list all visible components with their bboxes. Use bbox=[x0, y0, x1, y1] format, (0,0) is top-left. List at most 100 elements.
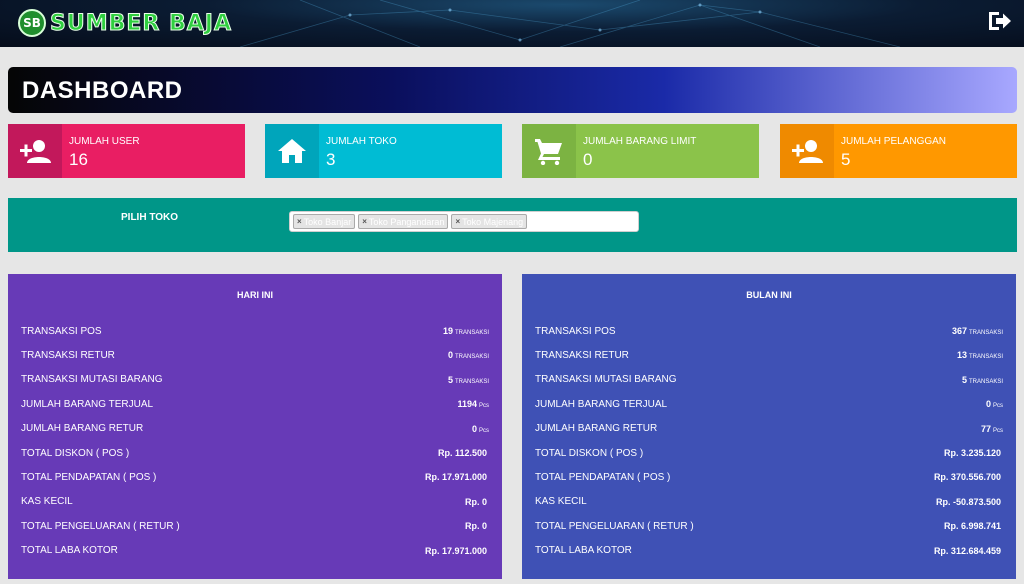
summary-label: TRANSAKSI POS bbox=[21, 325, 102, 337]
summary-label: TOTAL LABA KOTOR bbox=[535, 545, 632, 557]
summary-row: TOTAL PENGELUARAN ( RETUR ) Rp. 6.998.741 bbox=[535, 519, 1003, 533]
summary-number: 367 bbox=[951, 326, 967, 336]
summary-unit: TRANSAKSI bbox=[454, 354, 489, 361]
summary-row: TRANSAKSI RETUR 13 TRANSAKSI bbox=[535, 348, 1003, 362]
stat-value: 0 bbox=[583, 150, 593, 169]
summary-value: Rp. 3.235.120 bbox=[944, 448, 1003, 458]
summary-row: TOTAL PENDAPATAN ( POS ) Rp. 17.971.000 bbox=[21, 470, 489, 484]
summary-row: TOTAL LABA KOTOR Rp. 312.684.459 bbox=[535, 544, 1003, 558]
summary-label: KAS KECIL bbox=[535, 496, 587, 508]
store-tag: × Toko Banjar bbox=[293, 214, 356, 229]
summary-number: 13 bbox=[956, 350, 967, 361]
summary-label: TRANSAKSI RETUR bbox=[21, 349, 115, 361]
shopping-cart-icon bbox=[535, 139, 562, 165]
stat-icon-box bbox=[8, 124, 62, 178]
summary-label: TOTAL PENDAPATAN ( POS ) bbox=[21, 471, 157, 483]
user-plus-icon bbox=[792, 140, 823, 163]
summary-number: 1194 bbox=[457, 399, 477, 410]
summary-number: Rp. 370.556.700 bbox=[933, 472, 1001, 483]
summary-label: TRANSAKSI RETUR bbox=[535, 349, 629, 361]
summary-label: TOTAL DISKON ( POS ) bbox=[535, 447, 644, 459]
summary-number: Rp. 312.684.459 bbox=[933, 545, 1001, 556]
summary-value: Rp. -50.873.500 bbox=[936, 497, 1003, 507]
home-icon bbox=[278, 139, 306, 163]
stat-card-jumlah-pelanggan: JUMLAH PELANGGAN 5 bbox=[780, 124, 1017, 178]
summary-row: TOTAL DISKON ( POS ) Rp. 3.235.120 bbox=[535, 446, 1003, 460]
summary-label: TRANSAKSI POS bbox=[535, 325, 616, 337]
summary-row: JUMLAH BARANG TERJUAL 1194 Pcs bbox=[21, 397, 489, 411]
store-multiselect[interactable]: × Toko Banjar × Toko Pangandaran × Toko … bbox=[289, 211, 639, 232]
summary-label: JUMLAH BARANG RETUR bbox=[21, 423, 144, 435]
store-tag: × Toko Majenang bbox=[451, 214, 528, 229]
summary-value: 5 TRANSAKSI bbox=[448, 375, 489, 385]
summary-unit: TRANSAKSI bbox=[968, 354, 1003, 361]
stat-value: 16 bbox=[69, 150, 88, 169]
summary-unit: Pcs bbox=[992, 403, 1003, 410]
summary-value: 0 TRANSAKSI bbox=[448, 350, 489, 360]
summary-label: TOTAL LABA KOTOR bbox=[21, 545, 118, 557]
summary-unit: TRANSAKSI bbox=[968, 378, 1003, 385]
today-summary-panel: HARI INI TRANSAKSI POS 19 TRANSAKSI TRANSAK… bbox=[8, 274, 502, 579]
stat-icon-box bbox=[265, 124, 319, 178]
summary-value: Rp. 312.684.459 bbox=[934, 546, 1003, 556]
summary-row: TRANSAKSI MUTASI BARANG 5 TRANSAKSI bbox=[21, 373, 489, 387]
summary-number: Rp. 3.235.120 bbox=[943, 448, 1001, 458]
summary-unit: Pcs bbox=[478, 403, 489, 410]
summary-value: Rp. 17.971.000 bbox=[425, 472, 489, 482]
logout-icon[interactable] bbox=[986, 9, 1012, 33]
summary-number: Rp. 0 bbox=[464, 521, 487, 532]
summary-unit: TRANSAKSI bbox=[454, 330, 489, 336]
summary-number: 19 bbox=[442, 326, 453, 336]
summary-number: Rp. 17.971.000 bbox=[424, 545, 487, 556]
summary-unit: TRANSAKSI bbox=[968, 330, 1003, 336]
summary-number: 5 bbox=[447, 374, 453, 385]
summary-value: Rp. 17.971.000 bbox=[425, 546, 489, 556]
stat-icon-box bbox=[522, 124, 576, 178]
remove-tag-icon[interactable]: × bbox=[297, 217, 302, 226]
summary-number: Rp. 6.998.741 bbox=[943, 521, 1001, 532]
store-tag-label: Toko Pangandaran bbox=[368, 216, 445, 227]
remove-tag-icon[interactable]: × bbox=[362, 217, 367, 226]
summary-value: 367 TRANSAKSI bbox=[952, 326, 1003, 336]
stat-label: JUMLAH PELANGGAN bbox=[841, 136, 947, 147]
panel-title: BULAN INI bbox=[746, 290, 792, 300]
summary-value: Rp. 0 bbox=[465, 497, 489, 507]
summary-row: TRANSAKSI RETUR 0 TRANSAKSI bbox=[21, 348, 489, 362]
month-summary-panel: BULAN INI TRANSAKSI POS 367 TRANSAKSI TRANS… bbox=[522, 274, 1016, 579]
stat-value: 5 bbox=[841, 150, 851, 169]
summary-number: 77 bbox=[980, 423, 991, 434]
summary-row: TOTAL LABA KOTOR Rp. 17.971.000 bbox=[21, 544, 489, 558]
summary-number: 5 bbox=[961, 374, 967, 385]
stat-label: JUMLAH TOKO bbox=[326, 136, 397, 147]
summary-row: TRANSAKSI MUTASI BARANG 5 TRANSAKSI bbox=[535, 373, 1003, 387]
summary-number: 0 bbox=[471, 423, 477, 434]
summary-row: KAS KECIL Rp. 0 bbox=[21, 495, 489, 509]
summary-label: JUMLAH BARANG RETUR bbox=[535, 423, 658, 435]
store-tag: × Toko Pangandaran bbox=[358, 214, 449, 229]
summary-value: 13 TRANSAKSI bbox=[957, 350, 1003, 360]
brand-logo[interactable]: SB SUMBER BAJA bbox=[18, 8, 232, 38]
stat-label: JUMLAH BARANG LIMIT bbox=[583, 136, 697, 147]
brand-name: SUMBER BAJA bbox=[49, 10, 233, 36]
summary-value: Rp. 6.998.741 bbox=[944, 521, 1003, 531]
summary-value: 1194 Pcs bbox=[457, 399, 489, 409]
summary-row: JUMLAH BARANG RETUR 77 Pcs bbox=[535, 422, 1003, 436]
summary-label: KAS KECIL bbox=[21, 496, 73, 508]
summary-unit: Pcs bbox=[478, 427, 489, 434]
panel-title: HARI INI bbox=[237, 290, 273, 300]
summary-row: TOTAL DISKON ( POS ) Rp. 112.500 bbox=[21, 446, 489, 460]
stat-card-jumlah-user: JUMLAH USER 16 bbox=[8, 124, 245, 178]
store-filter-label: PILIH TOKO bbox=[121, 212, 179, 223]
stat-icon-box bbox=[780, 124, 834, 178]
summary-row: JUMLAH BARANG RETUR 0 Pcs bbox=[21, 422, 489, 436]
page-title-bar: DASHBOARD bbox=[8, 67, 1017, 113]
stat-card-jumlah-barang-limit: JUMLAH BARANG LIMIT 0 bbox=[522, 124, 759, 178]
summary-value: 0 Pcs bbox=[986, 399, 1003, 409]
summary-row: JUMLAH BARANG TERJUAL 0 Pcs bbox=[535, 397, 1003, 411]
summary-number: Rp. 17.971.000 bbox=[424, 472, 487, 483]
store-filter-panel: PILIH TOKO × Toko Banjar × Toko Panganda… bbox=[8, 198, 1017, 252]
remove-tag-icon[interactable]: × bbox=[455, 217, 460, 226]
summary-label: TOTAL DISKON ( POS ) bbox=[21, 447, 130, 459]
store-tag-label: Toko Majenang bbox=[462, 216, 524, 227]
summary-value: 77 Pcs bbox=[981, 424, 1003, 434]
